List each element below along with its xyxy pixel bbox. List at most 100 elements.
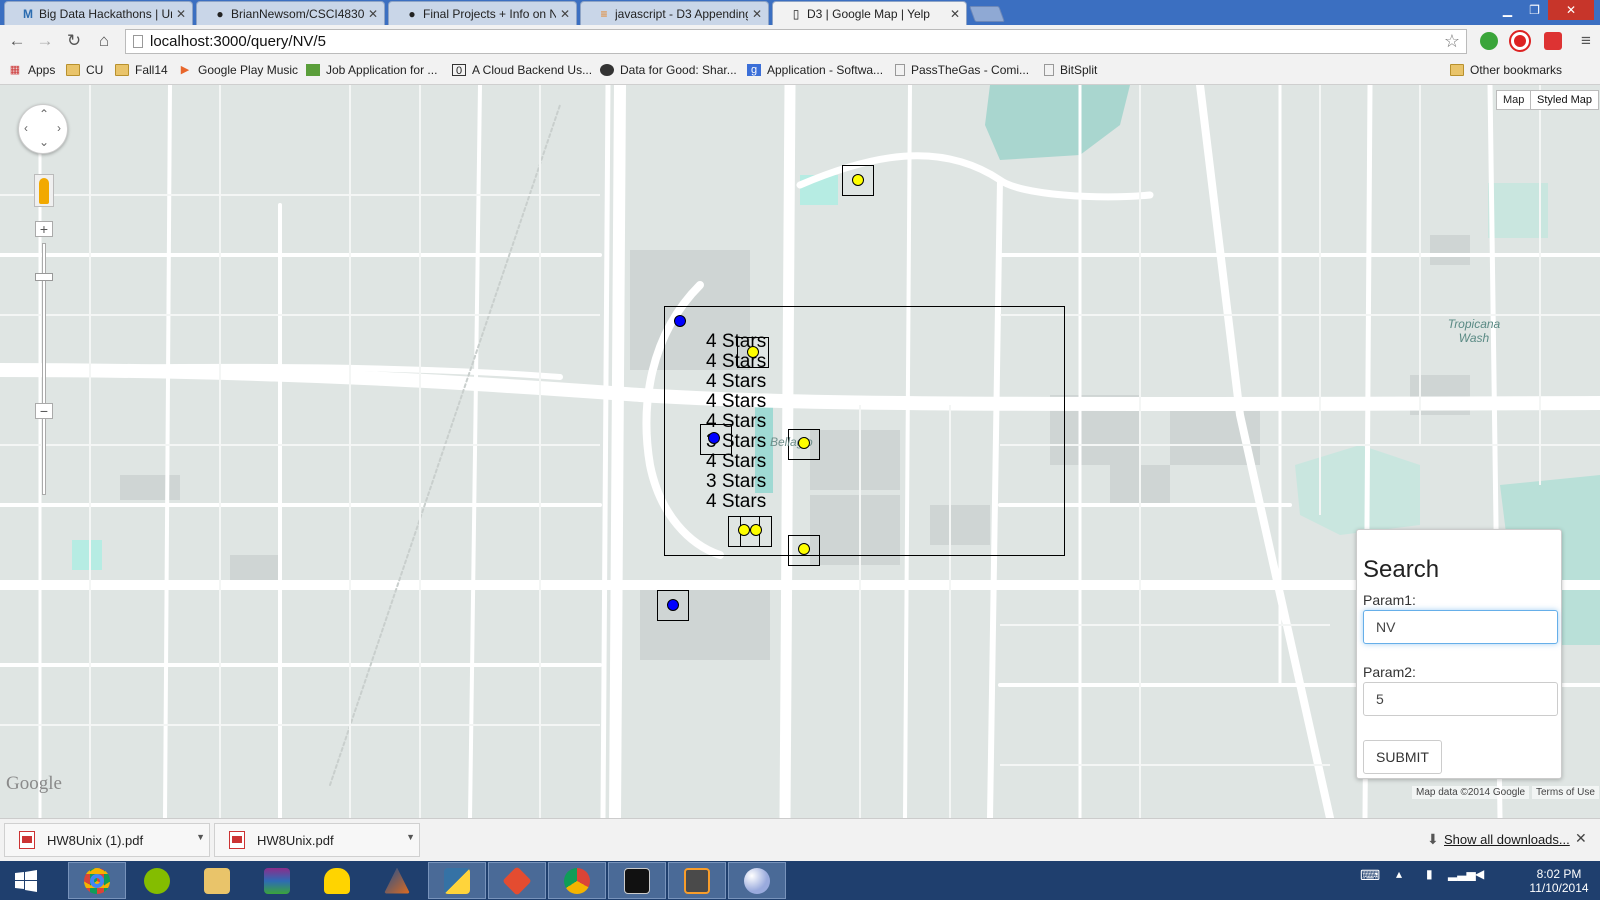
bookmark-apps[interactable]: ▦ Apps [8,63,56,77]
extension-adblock-icon[interactable] [1509,30,1531,52]
place-label-wash: Wash [1459,331,1490,345]
zoom-out-button[interactable]: − [35,403,53,419]
google-map[interactable]: 4 Stars 4 Stars 4 Stars 4 Stars 4 Stars … [0,85,1600,818]
search-panel: Search Param1: Param2: SUBMIT [1356,529,1562,779]
bookmark-data-for-good[interactable]: Data for Good: Shar... [600,63,737,77]
close-icon[interactable]: ✕ [176,7,186,21]
marker-yellow[interactable] [738,524,750,536]
menu-icon[interactable]: ≡ [1575,30,1597,52]
zoom-in-button[interactable]: + [35,221,53,237]
tab-title: D3 | Google Map | Yelp [807,6,930,21]
keyboard-icon[interactable]: ⌨ [1360,867,1380,884]
matlab-taskbar-icon[interactable] [368,862,426,899]
back-icon[interactable]: ← [6,30,28,52]
param1-input[interactable] [1363,610,1558,644]
pan-left-icon[interactable]: ‹ [24,121,28,135]
tips-taskbar-icon[interactable] [308,862,366,899]
bookmark-cu[interactable]: CU [66,63,103,77]
submit-button[interactable]: SUBMIT [1363,740,1442,774]
map-type-styled-button[interactable]: Styled Map [1530,90,1600,110]
url-text[interactable]: localhost:3000/query/NV/5 [150,33,326,50]
taskbar-clock[interactable]: 8:02 PM 11/10/2014 [1525,867,1593,895]
chevron-down-icon[interactable]: ▼ [406,832,415,842]
terms-of-use-link[interactable]: Terms of Use [1532,786,1599,799]
file-explorer-taskbar-icon[interactable] [188,862,246,899]
zoom-slider-thumb[interactable] [35,273,53,281]
chrome-taskbar-icon[interactable] [68,862,126,899]
marker-blue[interactable] [708,432,720,444]
page-icon [133,35,143,48]
tab-big-data-hackathons[interactable]: M Big Data Hackathons | Uni ✕ [4,1,193,25]
search-title: Search [1363,556,1440,583]
restore-icon[interactable]: ❐ [1521,0,1548,20]
marker-yellow[interactable] [747,346,759,358]
git-taskbar-icon[interactable] [488,862,546,899]
chevron-down-icon[interactable]: ▼ [196,832,205,842]
bookmark-star-icon[interactable]: ☆ [1444,31,1460,52]
bookmark-other[interactable]: Other bookmarks [1450,63,1562,77]
python-taskbar-icon[interactable] [428,862,486,899]
paint-taskbar-icon[interactable] [728,862,786,899]
windows-start-icon[interactable] [4,862,48,899]
marker-blue[interactable] [667,599,679,611]
marker-yellow[interactable] [750,524,762,536]
tab-github-csci4830[interactable]: ● BrianNewsom/CSCI4830- ✕ [196,1,385,25]
pan-right-icon[interactable]: › [57,121,61,135]
close-icon[interactable]: ✕ [560,7,570,21]
bookmark-fall14[interactable]: Fall14 [115,63,168,77]
param2-input[interactable] [1363,682,1558,716]
download-item[interactable]: HW8Unix (1).pdf ▼ [4,823,210,857]
star-label: 3 Stars [706,471,766,492]
extension-green-icon[interactable] [1480,32,1498,50]
chrome-taskbar-icon-2[interactable] [548,862,606,899]
play-music-icon: ▶ [180,64,190,76]
marker-yellow[interactable] [798,543,810,555]
google-logo: Google [6,773,62,794]
job-icon [306,64,320,76]
bookmark-job-application[interactable]: Job Application for ... [306,63,437,77]
bookmark-application-software[interactable]: g Application - Softwa... [747,63,883,77]
map-type-map-button[interactable]: Map [1496,90,1532,110]
show-all-downloads-link[interactable]: Show all downloads... [1444,832,1570,847]
marker-blue[interactable] [674,315,686,327]
bookmark-bitsplit[interactable]: BitSplit [1044,63,1097,77]
extension-gear-icon[interactable] [1544,32,1562,50]
spotify-taskbar-icon[interactable] [128,862,186,899]
apps-grid-icon: ▦ [9,64,21,76]
terminal-taskbar-icon[interactable] [608,862,666,899]
tray-expand-icon[interactable]: ▴ [1396,867,1402,881]
close-icon[interactable]: ✕ [950,7,960,21]
pan-control[interactable]: ⌃ ⌄ ‹ › [18,104,68,154]
github-icon: ● [408,6,416,21]
marker-yellow[interactable] [798,437,810,449]
bookmark-cloud-backend[interactable]: 0 A Cloud Backend Us... [452,63,592,77]
minimize-icon[interactable]: ▁ [1494,0,1521,20]
marker-yellow[interactable] [852,174,864,186]
home-icon[interactable]: ⌂ [93,30,115,52]
forward-icon[interactable]: → [34,30,56,52]
winrar-taskbar-icon[interactable] [248,862,306,899]
tab-javascript-d3[interactable]: ≡ javascript - D3 Appending ✕ [580,1,769,25]
battery-icon[interactable]: ▮ [1426,867,1433,881]
address-bar[interactable]: localhost:3000/query/NV/5 ☆ [125,29,1467,54]
window-close-icon[interactable]: ✕ [1548,0,1594,20]
volume-icon[interactable]: ◀ [1475,867,1484,881]
tab-final-projects[interactable]: ● Final Projects + Info on N ✕ [388,1,577,25]
bookmark-google-play-music[interactable]: ▶ Google Play Music [178,63,298,77]
tab-d3-google-map-yelp[interactable]: ▯ D3 | Google Map | Yelp ✕ [772,1,967,25]
street-view-pegman-icon[interactable] [34,174,54,207]
reload-icon[interactable]: ↻ [63,30,85,52]
download-item[interactable]: HW8Unix.pdf ▼ [214,823,420,857]
bookmark-passthegas[interactable]: PassTheGas - Comi... [895,63,1029,77]
pan-up-icon[interactable]: ⌃ [39,107,49,121]
close-icon[interactable]: ✕ [1575,830,1587,847]
pan-down-icon[interactable]: ⌄ [39,135,49,149]
page-icon [1044,64,1054,76]
close-icon[interactable]: ✕ [368,7,378,21]
sublime-taskbar-icon[interactable] [668,862,726,899]
github-icon: ● [216,6,224,21]
new-tab-button[interactable] [969,6,1005,22]
close-icon[interactable]: ✕ [752,7,762,21]
signal-icon[interactable]: ▂▃▅ [1448,867,1476,881]
folder-icon [66,64,80,76]
